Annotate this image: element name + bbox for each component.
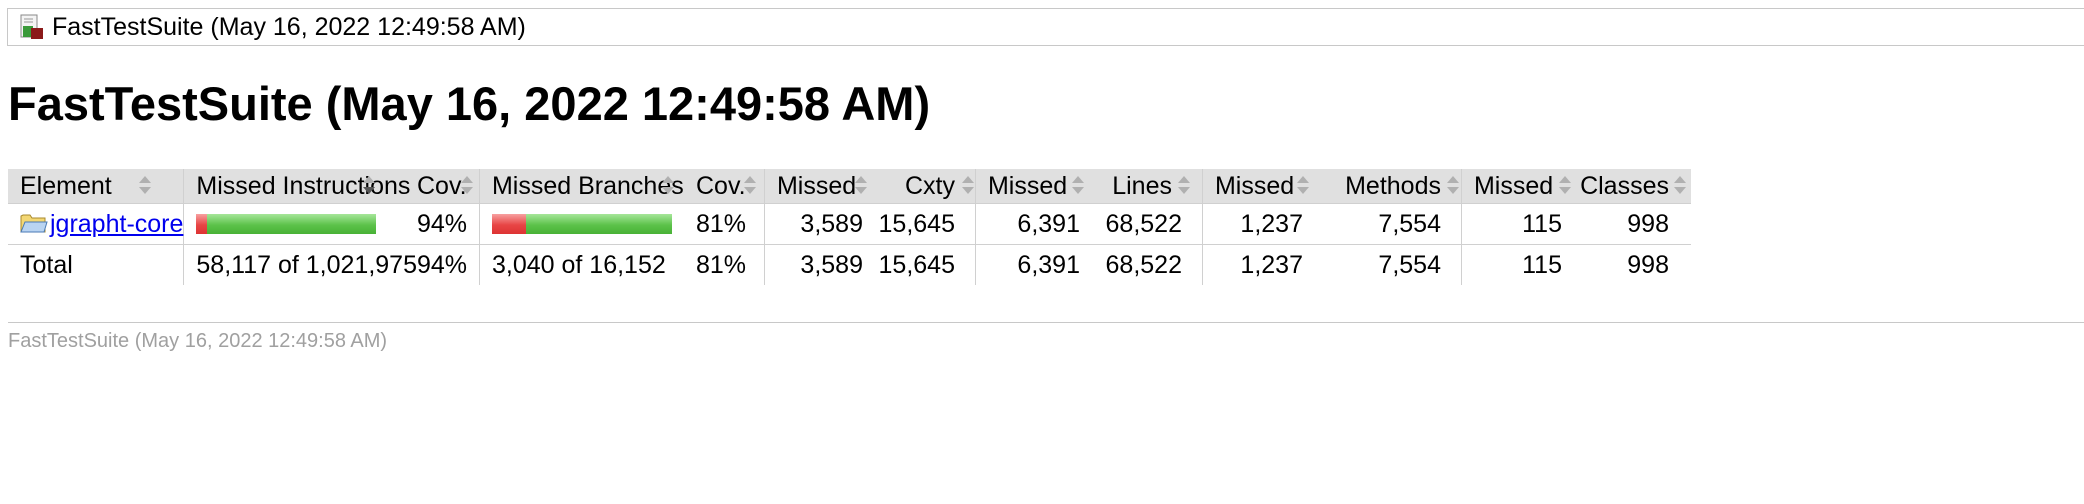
missed-cxty-cell: 3,589 bbox=[763, 203, 875, 245]
header-label: Missed bbox=[776, 171, 857, 200]
header-label: Cxty bbox=[904, 171, 955, 200]
header-missed-lines[interactable]: Missed bbox=[974, 169, 1092, 204]
element-cell: jgrapht-core bbox=[8, 203, 184, 245]
header-label: Element bbox=[20, 171, 112, 200]
page-title: FastTestSuite (May 16, 2022 12:49:58 AM) bbox=[8, 77, 931, 130]
methods-cell: 7,554 bbox=[1314, 203, 1462, 245]
folder-icon bbox=[20, 212, 48, 234]
cov-instructions-cell: 94% bbox=[416, 203, 480, 245]
sort-icon bbox=[1673, 176, 1687, 196]
header-label: Missed bbox=[1473, 171, 1554, 200]
header-cov-branches[interactable]: Cov. bbox=[683, 169, 765, 204]
branches-coverage-bar bbox=[491, 214, 672, 234]
header-label: Cov. bbox=[695, 171, 746, 200]
header-element[interactable]: Element bbox=[8, 169, 184, 204]
lines-cell: 68,522 bbox=[1091, 203, 1203, 245]
sort-icon bbox=[1558, 176, 1572, 196]
header-missed-methods[interactable]: Missed bbox=[1201, 169, 1315, 204]
cov-branches-cell: 81% bbox=[683, 203, 765, 245]
report-icon bbox=[19, 14, 45, 40]
total-missed-branches: 3,040 of 16,152 bbox=[478, 244, 684, 285]
sort-desc-icon bbox=[363, 176, 376, 196]
bar-missed bbox=[196, 214, 208, 234]
total-lines: 68,522 bbox=[1105, 250, 1182, 279]
sort-icon bbox=[854, 176, 868, 196]
total-missed-instructions: 58,117 of 1,021,975 bbox=[183, 244, 417, 285]
header-label: Classes bbox=[1580, 171, 1669, 200]
total-missed-cxty: 3,589 bbox=[763, 244, 875, 285]
total-label: Total bbox=[20, 250, 73, 279]
table-row: jgrapht-core 94% 81% 3,589 15,645 6,391 … bbox=[8, 203, 1691, 245]
package-link[interactable]: jgrapht-core bbox=[50, 210, 183, 238]
total-missed-methods: 1,237 bbox=[1201, 244, 1315, 285]
total-cxty: 15,645 bbox=[878, 250, 955, 279]
header-missed-branches[interactable]: Missed Branches bbox=[478, 169, 684, 204]
footer-divider bbox=[8, 322, 2084, 323]
instructions-coverage-bar bbox=[196, 214, 377, 234]
missed-methods-cell: 1,237 bbox=[1201, 203, 1315, 245]
bar-missed bbox=[491, 214, 526, 234]
header-label: Missed Instructions bbox=[196, 171, 411, 200]
header-cxty[interactable]: Cxty bbox=[874, 169, 976, 204]
sort-icon bbox=[1177, 176, 1191, 196]
classes-cell: 998 bbox=[1573, 203, 1691, 245]
header-label: Lines bbox=[1112, 171, 1172, 200]
breadcrumb: FastTestSuite (May 16, 2022 12:49:58 AM) bbox=[7, 8, 2084, 46]
header-methods[interactable]: Methods bbox=[1314, 169, 1462, 204]
breadcrumb-title: FastTestSuite (May 16, 2022 12:49:58 AM) bbox=[52, 12, 526, 41]
missed-lines-cell: 6,391 bbox=[974, 203, 1092, 245]
missed-classes-cell: 115 bbox=[1460, 203, 1574, 245]
header-missed-instructions[interactable]: Missed Instructions bbox=[183, 169, 417, 204]
sort-icon bbox=[1446, 176, 1460, 196]
total-cov-branches: 81% bbox=[695, 250, 747, 279]
header-row: Element Missed Instructions Cov. Missed … bbox=[8, 169, 1691, 204]
missed-instructions-bar-cell bbox=[183, 203, 417, 245]
total-missed-lines: 6,391 bbox=[974, 244, 1092, 285]
header-missed-classes[interactable]: Missed bbox=[1460, 169, 1574, 204]
header-label: Missed Branches bbox=[491, 171, 684, 200]
header-label: Missed bbox=[987, 171, 1068, 200]
header-label: Methods bbox=[1345, 171, 1441, 200]
total-cov-instructions: 94% bbox=[416, 250, 468, 279]
bar-covered bbox=[525, 214, 672, 234]
sort-icon bbox=[743, 176, 757, 196]
header-label: Cov. bbox=[416, 171, 467, 200]
header-lines[interactable]: Lines bbox=[1091, 169, 1203, 204]
total-methods: 7,554 bbox=[1378, 250, 1441, 279]
sort-icon bbox=[961, 176, 975, 196]
sort-icon bbox=[460, 176, 474, 196]
cxty-cell: 15,645 bbox=[874, 203, 976, 245]
total-row: Total 58,117 of 1,021,975 94% 3,040 of 1… bbox=[8, 244, 1691, 285]
total-missed-classes: 115 bbox=[1460, 244, 1574, 285]
bar-covered bbox=[207, 214, 377, 234]
coverage-table: Element Missed Instructions Cov. Missed … bbox=[8, 169, 1691, 285]
footer-text: FastTestSuite (May 16, 2022 12:49:58 AM) bbox=[8, 330, 388, 352]
sort-icon bbox=[139, 176, 152, 196]
missed-branches-bar-cell bbox=[478, 203, 684, 245]
sort-icon bbox=[661, 176, 675, 196]
total-classes: 998 bbox=[1627, 250, 1669, 279]
sort-icon bbox=[1071, 176, 1085, 196]
header-missed-cxty[interactable]: Missed bbox=[763, 169, 875, 204]
header-cov-instructions[interactable]: Cov. bbox=[416, 169, 480, 204]
header-label: Missed bbox=[1214, 171, 1295, 200]
header-classes[interactable]: Classes bbox=[1573, 169, 1691, 204]
sort-icon bbox=[1296, 176, 1310, 196]
